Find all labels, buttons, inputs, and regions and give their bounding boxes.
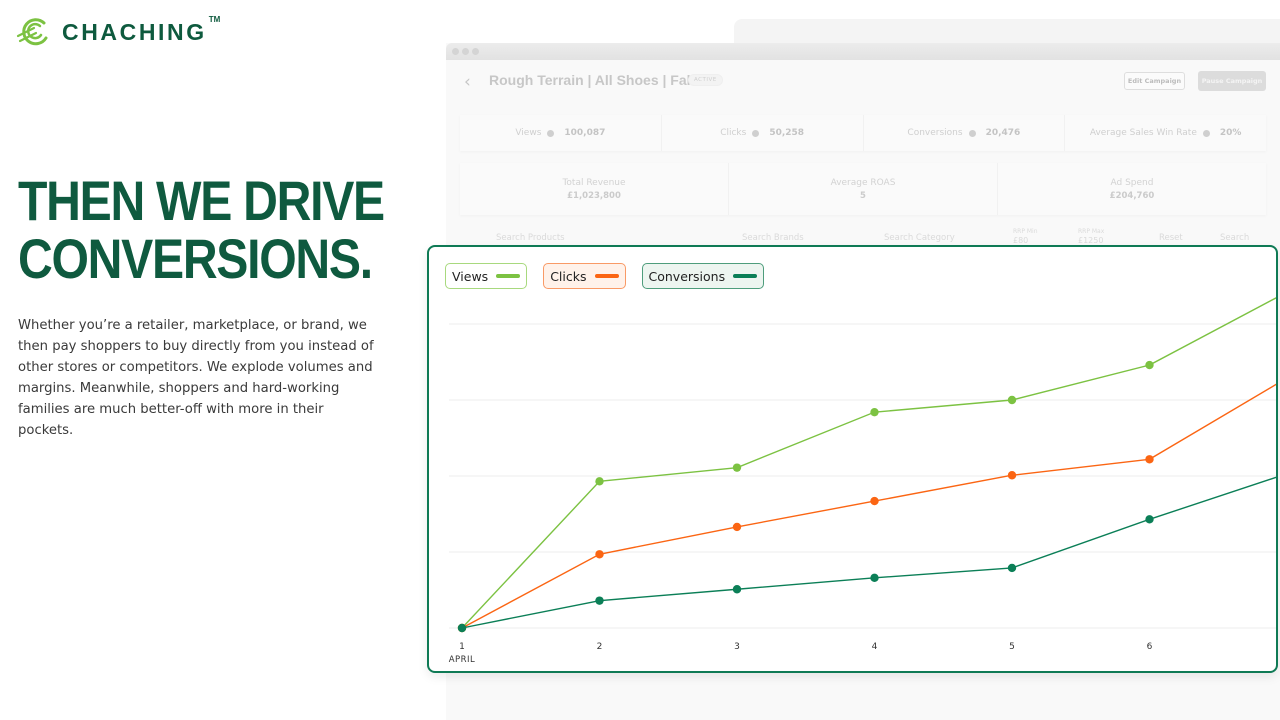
rrp-min-input[interactable]: £80 — [1013, 236, 1028, 245]
line-chart: 1 2 3 4 5 6 APRIL — [449, 297, 1276, 665]
x-tick-label: 2 — [597, 642, 603, 652]
data-point-clicks — [1007, 471, 1017, 480]
x-tick-label: 6 — [1147, 642, 1153, 652]
x-axis-month-label: APRIL — [449, 655, 476, 665]
legend-swatch-conversions — [733, 274, 758, 278]
data-point-conversions — [1007, 563, 1017, 573]
data-point-clicks — [1145, 455, 1154, 464]
rrp-min-label: RRP Min — [1013, 228, 1038, 235]
x-tick-label: 5 — [1009, 642, 1015, 652]
window-maximize-dot[interactable] — [472, 48, 479, 55]
status-badge: ACTIVE — [688, 74, 723, 86]
data-point-conversions — [595, 596, 604, 605]
legend-item-views[interactable]: Views — [445, 263, 528, 289]
info-icon[interactable] — [547, 129, 555, 137]
chart-legend: Views Clicks Conversions — [445, 263, 765, 289]
info-icon[interactable] — [968, 129, 976, 137]
chaching-logo-icon — [16, 18, 48, 46]
data-point-views — [732, 463, 742, 472]
average-roas: Average ROAS 5 — [729, 163, 998, 215]
data-point-clicks — [595, 550, 604, 559]
info-icon[interactable] — [752, 129, 760, 137]
legend-item-clicks[interactable]: Clicks — [543, 263, 626, 289]
series-line-clicks — [461, 383, 1276, 629]
back-chevron-icon[interactable]: ‹ — [464, 72, 471, 92]
data-point-clicks — [732, 522, 742, 532]
chart-card: 1 2 3 4 5 6 APRIL Views Clicks Conversions — [427, 245, 1278, 673]
ad-spend: Ad Spend £204,760 — [1109, 177, 1155, 201]
revenue-row: Total Revenue £1,023,800 Average ROAS 5 Ad… — [460, 163, 1266, 215]
data-point-conversions — [870, 573, 879, 583]
brand-logo: CHACHING TM — [16, 14, 221, 48]
data-point-views — [1007, 395, 1017, 405]
stat-win-rate: Average Sales Win Rate 20% — [1089, 128, 1242, 138]
headline: THEN WE DRIVE CONVERSIONS. — [18, 172, 422, 288]
data-point-views — [870, 407, 879, 417]
legend-item-conversions[interactable]: Conversions — [641, 263, 765, 289]
x-tick-label: 4 — [872, 642, 878, 652]
info-icon[interactable] — [1202, 129, 1210, 137]
data-point-views — [1145, 360, 1154, 370]
data-point-conversions — [732, 585, 742, 594]
window-titlebar — [446, 43, 1280, 60]
search-button[interactable]: Search — [1220, 233, 1249, 243]
legend-swatch-clicks — [594, 274, 619, 278]
rrp-max-label: RRP Max — [1078, 228, 1105, 235]
headline-line-2: CONVERSIONS. — [18, 227, 373, 290]
search-products-input[interactable]: Search Products — [496, 233, 565, 243]
data-point-views — [595, 477, 604, 486]
rrp-max-input[interactable]: £1250 — [1078, 236, 1103, 245]
stat-clicks: Clicks 50,258 — [662, 115, 864, 151]
data-point-conversions — [457, 623, 467, 633]
headline-line-1: THEN WE DRIVE — [18, 169, 385, 232]
pause-campaign-button[interactable]: Pause Campaign — [1198, 71, 1266, 91]
x-tick-label: 1 — [459, 642, 465, 652]
stat-views: Views 100,087 — [460, 115, 662, 151]
trademark: TM — [208, 14, 221, 24]
data-point-conversions — [1145, 515, 1154, 524]
brand-name: CHACHING TM — [62, 14, 221, 45]
stats-row: Views 100,087 Clicks 50,258 Conversions 20,… — [460, 115, 1266, 151]
search-category-input[interactable]: Search Category — [884, 233, 955, 243]
campaign-title: Rough Terrain | All Shoes | Fall — [489, 72, 695, 88]
x-tick-label: 3 — [734, 642, 740, 652]
edit-campaign-button[interactable]: Edit Campaign — [1124, 72, 1185, 90]
legend-swatch-views — [496, 274, 521, 278]
window-minimize-dot[interactable] — [462, 48, 469, 55]
total-revenue: Total Revenue £1,023,800 — [460, 163, 729, 215]
stat-conversions: Conversions 20,476 — [864, 115, 1066, 151]
window-close-dot[interactable] — [452, 48, 459, 55]
reset-button[interactable]: Reset — [1159, 233, 1183, 243]
data-point-clicks — [870, 496, 879, 506]
campaign-header: ‹ Rough Terrain | All Shoes | Fall ACTIV… — [446, 60, 1280, 102]
body-copy: Whether you’re a retailer, marketplace, … — [18, 318, 374, 438]
search-brands-input[interactable]: Search Brands — [742, 233, 804, 243]
